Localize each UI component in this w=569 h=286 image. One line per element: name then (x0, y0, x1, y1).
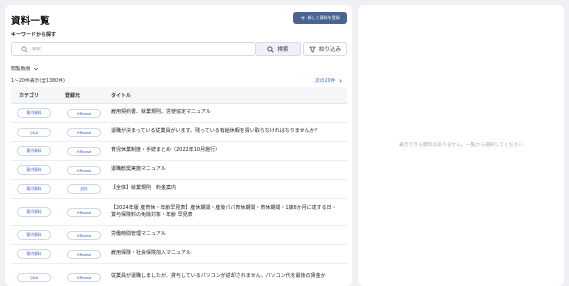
document-table: カテゴリ 登録元 タイトル 案内資料 HRbase 雇用契約書、就業規則、労使協… (11, 87, 347, 286)
search-icon (21, 45, 28, 53)
table-row[interactable]: Q&A HRbase 従業員が退職しましたが、貸与しているパソコンが返却されませ… (11, 264, 347, 286)
search-icon (267, 45, 275, 53)
table-header: カテゴリ 登録元 タイトル (11, 87, 347, 104)
column-header-registrant: 登録元 (65, 92, 81, 99)
table-row[interactable]: 案内資料 HRbase 雇用保険・社会保険加入マニュアル (11, 245, 347, 264)
table-row[interactable]: 案内資料 HRbase 【2024年版 産育休・年齢早見表】産休期間・産後パパ育… (11, 199, 347, 226)
document-title: 【全体】就業規則 料金案内 (111, 185, 177, 192)
table-row[interactable]: Q&A HRbase 退職が決まっている従業員がいます。残っている有給休暇を買い… (11, 123, 347, 142)
search-field[interactable] (11, 42, 256, 56)
empty-state-message: 表示できる資料はありません。一覧から選択してください (398, 143, 524, 148)
document-title: 従業員が退職しましたが、貸与しているパソコンが返却されません。パソコン代を最後の… (111, 273, 326, 280)
document-title: 退職が決まっている従業員がいます。残っている有給休暇を買い取らなければなりません… (111, 128, 320, 135)
column-header-title: タイトル (111, 92, 132, 99)
document-title: 雇用保険・社会保険加入マニュアル (111, 250, 191, 257)
category-badge: 案内資料 (17, 230, 51, 240)
category-badge: 案内資料 (17, 108, 51, 118)
result-count: 1～20件表示(全1380件) (11, 79, 65, 84)
registrant-badge: HRbase (67, 207, 101, 217)
register-document-button[interactable]: + 新しく資料を登録 (293, 12, 347, 24)
sort-select-value: 閲覧数順 (11, 67, 31, 72)
plus-icon: + (300, 13, 306, 22)
search-input[interactable] (32, 46, 232, 52)
search-button[interactable]: 検索 (256, 42, 301, 56)
keyword-search-label: キーワードから探す (11, 32, 57, 38)
table-row[interactable]: 案内資料 HRbase 育児休業制度・手続まとめ（2022年10月施行） (11, 142, 347, 161)
page-title: 資料一覧 (11, 16, 50, 27)
table-row[interactable]: 案内資料 HRbase 労働時間管理マニュアル (11, 226, 347, 245)
registrant-badge: HRbase (67, 249, 101, 259)
column-header-category: カテゴリ (19, 92, 40, 99)
category-badge: 案内資料 (17, 146, 51, 156)
category-badge: 案内資料 (17, 249, 51, 259)
registrant-badge: 自社 (67, 184, 101, 194)
filter-button[interactable]: 絞り込み (303, 42, 347, 56)
registrant-badge: HRbase (67, 272, 101, 282)
table-row[interactable]: 案内資料 HRbase 退職勧奨実施マニュアル (11, 161, 347, 180)
chevron-right-icon (339, 78, 342, 83)
category-badge: Q&A (17, 272, 51, 282)
filter-icon (309, 46, 316, 52)
category-badge: 案内資料 (17, 184, 51, 194)
filter-button-label: 絞り込み (318, 47, 341, 53)
document-title: 雇用契約書、就業規則、労使協定マニュアル (111, 109, 211, 116)
registrant-badge: HRbase (67, 165, 101, 175)
search-button-label: 検索 (277, 47, 289, 53)
category-badge: 案内資料 (17, 165, 51, 175)
chevron-down-icon (34, 67, 39, 70)
table-row[interactable]: 案内資料 HRbase 雇用契約書、就業規則、労使協定マニュアル (11, 104, 347, 123)
registrant-badge: HRbase (67, 108, 101, 118)
document-preview-panel: 表示できる資料はありません。一覧から選択してください (358, 5, 564, 286)
document-title: 育児休業制度・手続まとめ（2022年10月施行） (111, 147, 221, 154)
category-badge: Q&A (17, 127, 51, 137)
document-list-panel: 資料一覧 + 新しく資料を登録 キーワードから探す 検索 絞り込み 閲覧数順 1… (5, 5, 352, 286)
next-page-label: 次の20件 (315, 79, 336, 84)
register-document-label: 新しく資料を登録 (307, 15, 340, 20)
registrant-badge: HRbase (67, 146, 101, 156)
document-title: 労働時間管理マニュアル (111, 231, 166, 238)
document-title: 【2024年版 産育休・年齢早見表】産休期間・産後パパ育休期間・育休期間・1歳6… (111, 204, 337, 219)
category-badge: 案内資料 (17, 207, 51, 217)
document-title: 退職勧奨実施マニュアル (111, 166, 166, 173)
registrant-badge: HRbase (67, 230, 101, 240)
table-row[interactable]: 案内資料 自社 【全体】就業規則 料金案内 (11, 180, 347, 199)
sort-select[interactable]: 閲覧数順 (11, 65, 39, 72)
registrant-badge: HRbase (67, 127, 101, 137)
next-page-link[interactable]: 次の20件 (315, 77, 343, 84)
